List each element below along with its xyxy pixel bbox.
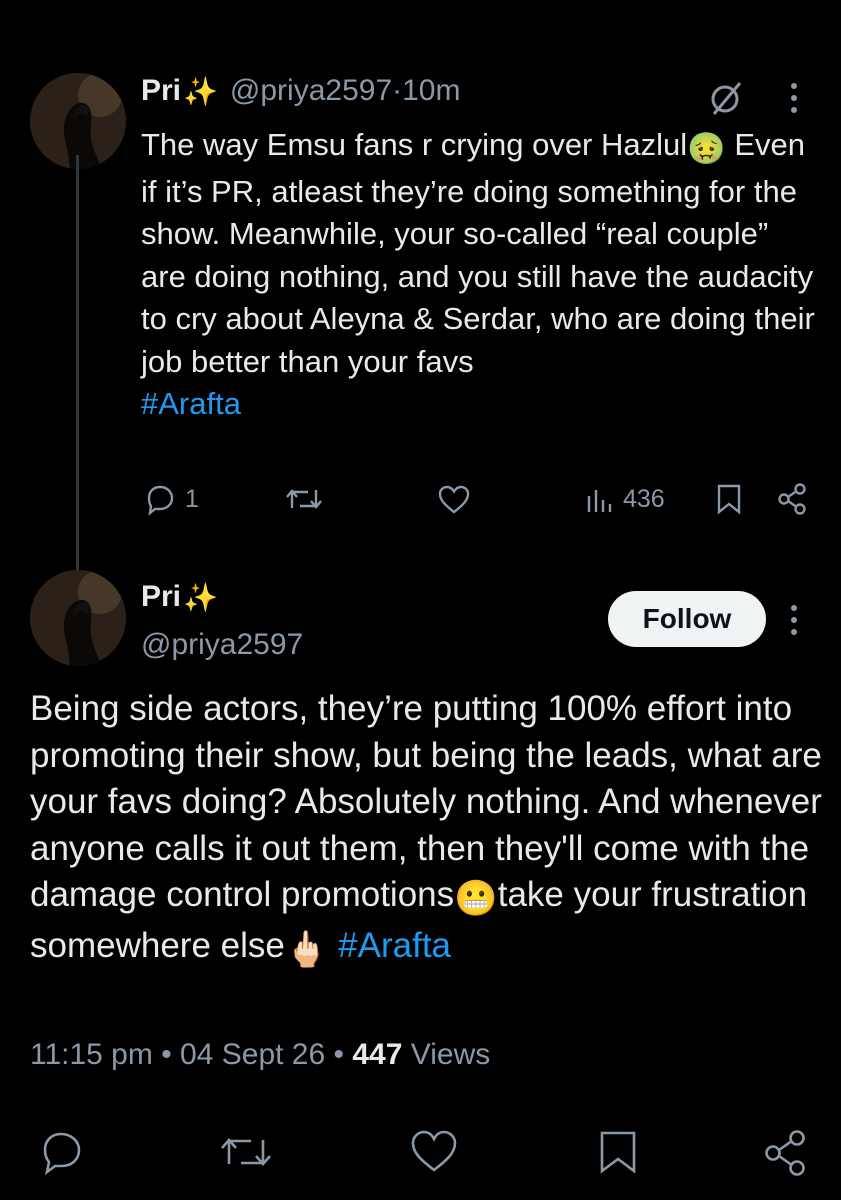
views-count: 447 bbox=[352, 1038, 403, 1071]
tweet1-header: Pri ✨ @priya2597 · 10m bbox=[141, 74, 460, 108]
like-button[interactable] bbox=[409, 1128, 459, 1181]
grok-icon[interactable] bbox=[706, 78, 746, 118]
avatar-photo bbox=[30, 570, 126, 666]
tweet-date[interactable]: 04 Sept 26 bbox=[180, 1038, 325, 1071]
tweet2-header: Pri ✨ bbox=[141, 580, 218, 614]
middle-finger-emoji: 🖕🏻 bbox=[284, 929, 329, 969]
share-button[interactable] bbox=[775, 482, 809, 516]
bookmark-icon bbox=[717, 484, 741, 515]
share-icon bbox=[778, 483, 806, 515]
views-count: 436 bbox=[623, 484, 665, 513]
repost-icon bbox=[286, 489, 322, 509]
display-name[interactable]: Pri bbox=[141, 580, 181, 614]
bookmark-button[interactable] bbox=[596, 1128, 640, 1181]
tweet-text: The way Emsu fans r crying over Hazlul🤢 … bbox=[141, 124, 821, 426]
more-options-icon[interactable] bbox=[786, 602, 802, 638]
follow-button[interactable]: Follow bbox=[608, 591, 766, 647]
main-tweet-text: Being side actors, they’re putting 100% … bbox=[30, 686, 830, 973]
bookmark-button[interactable] bbox=[714, 482, 744, 516]
heart-icon bbox=[438, 485, 470, 514]
like-button[interactable] bbox=[437, 484, 471, 516]
analytics-icon bbox=[587, 490, 612, 512]
tweet-time[interactable]: 10m bbox=[402, 74, 460, 108]
hashtag-link[interactable]: #Arafta bbox=[338, 926, 451, 965]
tweet2-handle-row: @priya2597 bbox=[141, 628, 303, 662]
tweet-text-line1: The way Emsu fans r crying over Hazlul bbox=[141, 127, 688, 162]
share-button[interactable] bbox=[760, 1128, 810, 1183]
sparkles-emoji: ✨ bbox=[183, 75, 218, 107]
hashtag-link[interactable]: #Arafta bbox=[141, 386, 241, 421]
views-label: Views bbox=[402, 1038, 491, 1071]
share-icon bbox=[765, 1130, 805, 1176]
separator-dot: • bbox=[325, 1038, 353, 1071]
reply-count: 1 bbox=[185, 484, 199, 513]
tweet1-action-bar: 1 436 bbox=[141, 478, 821, 522]
tweet-time[interactable]: 11:15 pm bbox=[30, 1038, 153, 1071]
tweet-metadata: 11:15 pm • 04 Sept 26 • 447 Views bbox=[30, 1038, 490, 1072]
avatar[interactable] bbox=[30, 570, 126, 666]
reply-icon bbox=[147, 485, 174, 516]
repost-icon bbox=[221, 1138, 271, 1166]
thread-line bbox=[76, 155, 79, 575]
heart-icon bbox=[411, 1130, 457, 1172]
reply-button[interactable] bbox=[38, 1128, 86, 1181]
repost-button[interactable] bbox=[218, 1128, 274, 1181]
bookmark-icon bbox=[600, 1131, 636, 1174]
repost-button[interactable] bbox=[284, 482, 324, 516]
user-handle[interactable]: @priya2597 bbox=[141, 628, 303, 662]
user-handle[interactable]: @priya2597 bbox=[230, 74, 392, 108]
reply-button[interactable]: 1 bbox=[143, 482, 199, 516]
views-button[interactable]: 436 bbox=[585, 482, 665, 516]
tweet2-action-bar bbox=[0, 1128, 841, 1178]
grimacing-face-emoji: 😬 bbox=[454, 879, 498, 918]
reply-icon bbox=[43, 1132, 81, 1176]
display-name[interactable]: Pri bbox=[141, 74, 181, 108]
separator-dot: • bbox=[152, 1038, 181, 1071]
sparkles-emoji: ✨ bbox=[183, 581, 218, 613]
more-options-icon[interactable] bbox=[786, 80, 802, 116]
separator-dot: · bbox=[392, 74, 403, 107]
nauseated-face-emoji: 🤢 bbox=[687, 131, 726, 166]
